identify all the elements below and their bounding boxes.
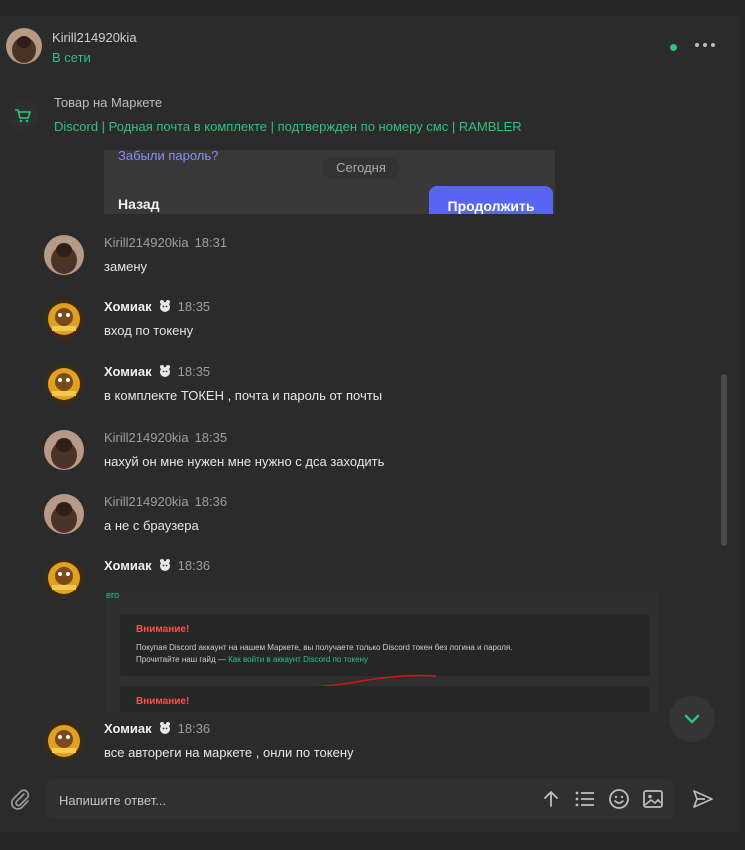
message-text: замену — [104, 259, 148, 274]
message-author[interactable]: Хомиак 18:36 — [104, 558, 210, 573]
author-name[interactable]: Хомиак — [104, 364, 152, 379]
chat-window: Kirill214920kia В сети Товар на Маркете … — [0, 16, 740, 832]
message-input[interactable] — [57, 779, 521, 821]
scroll-to-bottom-button[interactable] — [669, 696, 715, 742]
message-text: все автореги на маркете , онли по токену — [104, 745, 354, 760]
hamster-badge-icon — [158, 364, 172, 378]
online-status: В сети — [52, 50, 91, 65]
continue-button-image: Продолжить — [429, 186, 553, 214]
warning-box: Внимание! — [120, 686, 650, 712]
message-time: 18:35 — [177, 364, 211, 379]
hamster-badge-icon — [158, 558, 172, 572]
message-text: а не с браузера — [104, 518, 199, 533]
message-time: 18:36 — [177, 558, 211, 573]
avatar[interactable] — [44, 721, 84, 761]
author-name[interactable]: Хомиак — [104, 721, 152, 736]
scrollbar-thumb[interactable] — [721, 374, 727, 546]
cart-icon — [8, 100, 38, 130]
message-text: нахуй он мне нужен мне нужно с дса заход… — [104, 454, 385, 469]
message-time: 18:36 — [177, 721, 211, 736]
avatar[interactable] — [44, 558, 84, 598]
product-banner[interactable]: Товар на Маркете Discord | Родная почта … — [0, 82, 740, 144]
hamster-badge-icon — [158, 299, 172, 313]
author-name[interactable]: Хомиак — [104, 558, 152, 573]
chevron-down-icon — [684, 714, 700, 724]
avatar[interactable] — [44, 430, 84, 470]
product-label: Товар на Маркете — [54, 95, 163, 110]
author-name[interactable]: Kirill214920kia — [104, 494, 189, 509]
message-author[interactable]: Хомиак 18:35 — [104, 299, 210, 314]
avatar[interactable] — [44, 235, 84, 275]
product-title-link[interactable]: Discord | Родная почта в комплекте | под… — [54, 119, 522, 134]
message-time: 18:35 — [177, 299, 211, 314]
message-text: в комплекте ТОКЕН , почта и пароль от по… — [104, 388, 383, 403]
avatar[interactable] — [44, 364, 84, 404]
back-label: Назад — [118, 196, 160, 212]
message-author[interactable]: Хомиак 18:36 — [104, 721, 210, 736]
arrow-up-icon[interactable] — [539, 787, 563, 811]
contact-name[interactable]: Kirill214920kia — [52, 30, 137, 45]
message-author[interactable]: Хомиак 18:35 — [104, 364, 210, 379]
message-time: 18:36 — [194, 494, 228, 509]
list-icon[interactable] — [573, 787, 597, 811]
image-attachment[interactable]: его Внимание! Покупая Discord аккаунт на… — [106, 592, 658, 712]
author-name[interactable]: Хомиак — [104, 299, 152, 314]
online-indicator — [670, 44, 677, 51]
message-text: вход по токену — [104, 323, 194, 338]
image-icon[interactable] — [641, 787, 665, 811]
avatar[interactable] — [44, 299, 84, 339]
message-author[interactable]: Kirill214920kia 18:31 — [104, 235, 227, 250]
message-time: 18:35 — [194, 430, 228, 445]
screenshot-snippet[interactable]: Забыли пароль? Сегодня Назад Продолжить — [104, 150, 555, 214]
forgot-password-link: Забыли пароль? — [118, 150, 219, 163]
more-options-icon[interactable] — [693, 38, 717, 52]
date-chip: Сегодня — [322, 157, 400, 179]
emoji-icon[interactable] — [607, 787, 631, 811]
avatar[interactable] — [44, 494, 84, 534]
hamster-badge-icon — [158, 721, 172, 735]
warning-title: Внимание! — [136, 696, 190, 707]
message-composer — [47, 779, 674, 821]
message-author[interactable]: Kirill214920kia 18:35 — [104, 430, 227, 445]
send-icon[interactable] — [691, 787, 715, 811]
author-name[interactable]: Kirill214920kia — [104, 235, 189, 250]
chat-header: Kirill214920kia В сети — [0, 16, 740, 82]
author-name[interactable]: Kirill214920kia — [104, 430, 189, 445]
message-time: 18:31 — [194, 235, 228, 250]
avatar[interactable] — [6, 28, 42, 64]
paperclip-icon[interactable] — [8, 787, 32, 811]
message-author[interactable]: Kirill214920kia 18:36 — [104, 494, 227, 509]
